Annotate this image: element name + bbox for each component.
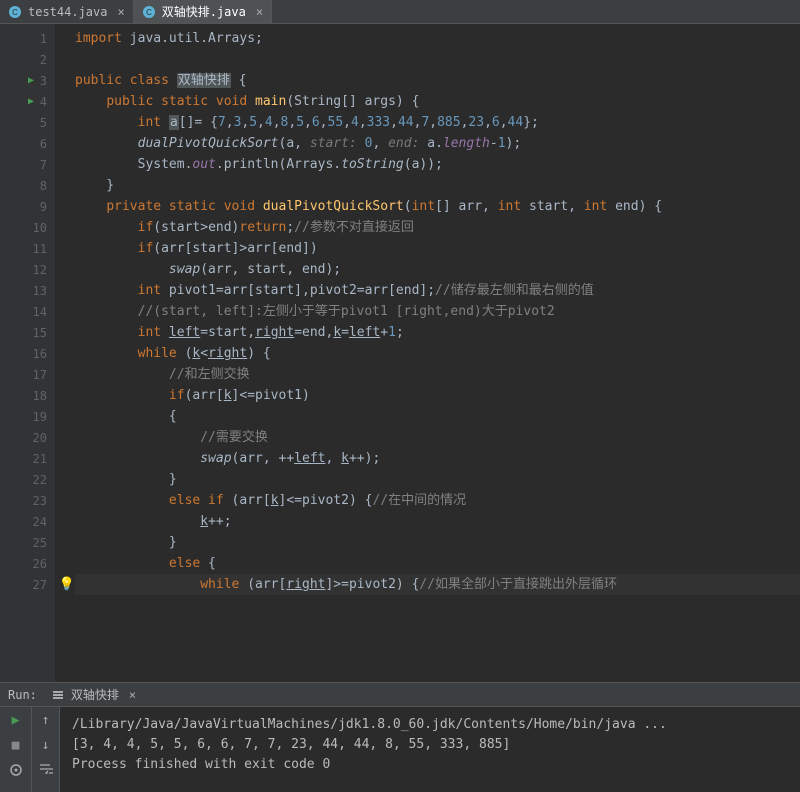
line-number[interactable]: 7 <box>0 154 55 175</box>
console-line: [3, 4, 4, 5, 5, 6, 6, 7, 7, 23, 44, 44, … <box>72 735 788 755</box>
debug-icon[interactable] <box>9 763 23 781</box>
line-number[interactable]: 15 <box>0 322 55 343</box>
line-number[interactable]: 11 <box>0 238 55 259</box>
line-number[interactable]: 12 <box>0 259 55 280</box>
code-line[interactable]: int left=start,right=end,k=left+1; <box>75 322 800 343</box>
run-toolbar-primary: ▶ ■ <box>0 707 32 792</box>
code-line[interactable]: //(start, left]:左侧小于等于pivot1 [right,end)… <box>75 301 800 322</box>
run-toolbar-secondary: ↑ ↓ <box>32 707 60 792</box>
code-line[interactable]: } <box>75 175 800 196</box>
code-line[interactable] <box>75 49 800 70</box>
code-line[interactable]: else { <box>75 553 800 574</box>
code-line[interactable]: System.out.println(Arrays.toString(a)); <box>75 154 800 175</box>
line-number[interactable]: 5 <box>0 112 55 133</box>
svg-text:C: C <box>146 8 152 17</box>
line-number[interactable]: 27💡 <box>0 574 55 595</box>
code-line[interactable]: import java.util.Arrays; <box>75 28 800 49</box>
line-number[interactable]: 20 <box>0 427 55 448</box>
line-number[interactable]: 21 <box>0 448 55 469</box>
line-number[interactable]: 23 <box>0 490 55 511</box>
line-number-gutter: 123▶4▶5678910111213141516171819202122232… <box>0 24 55 682</box>
line-number[interactable]: 4▶ <box>0 91 55 112</box>
code-line[interactable]: //和左侧交换 <box>75 364 800 385</box>
code-area[interactable]: import java.util.Arrays; public class 双轴快… <box>55 24 800 682</box>
code-line[interactable]: dualPivotQuickSort(a, start: 0, end: a.l… <box>75 133 800 154</box>
close-icon[interactable]: × <box>129 688 136 702</box>
soft-wrap-icon[interactable] <box>39 763 53 778</box>
svg-text:C: C <box>12 8 18 17</box>
code-line[interactable]: if(arr[start]>arr[end]) <box>75 238 800 259</box>
code-line[interactable]: //需要交换 <box>75 427 800 448</box>
code-line[interactable]: int a[]= {7,3,5,4,8,5,6,55,4,333,44,7,88… <box>75 112 800 133</box>
line-number[interactable]: 2 <box>0 49 55 70</box>
editor-tabs: Ctest44.java × C 双轴快排.java × <box>0 0 800 24</box>
code-line[interactable]: while (k<right) { <box>75 343 800 364</box>
line-number[interactable]: 6 <box>0 133 55 154</box>
java-file-icon: C <box>142 5 156 19</box>
code-line[interactable]: if(arr[k]<=pivot1) <box>75 385 800 406</box>
line-number[interactable]: 14 <box>0 301 55 322</box>
code-editor: 123▶4▶5678910111213141516171819202122232… <box>0 24 800 682</box>
editor-tab[interactable]: Ctest44.java × <box>0 0 134 23</box>
run-config-name: 双轴快排 <box>71 686 119 703</box>
run-panel-header: Run: 双轴快排 × <box>0 683 800 707</box>
console-line: /Library/Java/JavaVirtualMachines/jdk1.8… <box>72 715 788 735</box>
line-number[interactable]: 16 <box>0 343 55 364</box>
line-number[interactable]: 24 <box>0 511 55 532</box>
run-gutter-icon[interactable]: ▶ <box>28 75 34 86</box>
line-number[interactable]: 25 <box>0 532 55 553</box>
code-line[interactable]: int pivot1=arr[start],pivot2=arr[end];//… <box>75 280 800 301</box>
run-panel-body: ▶ ■ ↑ ↓ /Library/Java/JavaVirtualMachine… <box>0 707 800 792</box>
up-arrow-icon[interactable]: ↑ <box>42 713 50 728</box>
play-icon[interactable]: ▶ <box>12 713 20 728</box>
code-line[interactable]: } <box>75 469 800 490</box>
run-gutter-icon[interactable]: ▶ <box>28 96 34 107</box>
code-line[interactable]: swap(arr, start, end); <box>75 259 800 280</box>
line-number[interactable]: 17 <box>0 364 55 385</box>
close-icon[interactable]: × <box>117 5 124 19</box>
line-number[interactable]: 13 <box>0 280 55 301</box>
console-line: Process finished with exit code 0 <box>72 755 788 775</box>
intention-bulb-icon[interactable]: 💡 <box>59 577 75 592</box>
line-number[interactable]: 1 <box>0 28 55 49</box>
line-number[interactable]: 22 <box>0 469 55 490</box>
code-line[interactable]: else if (arr[k]<=pivot2) {//在中间的情况 <box>75 490 800 511</box>
line-number[interactable]: 26 <box>0 553 55 574</box>
editor-tab[interactable]: C 双轴快排.java × <box>134 0 272 23</box>
run-config-tab[interactable]: 双轴快排 × <box>45 683 142 706</box>
code-line[interactable]: swap(arr, ++left, k++); <box>75 448 800 469</box>
code-line[interactable]: while (arr[right]>=pivot2) {//如果全部小于直接跳出… <box>75 574 800 595</box>
code-line[interactable]: k++; <box>75 511 800 532</box>
code-line[interactable]: if(start>end)return;//参数不对直接返回 <box>75 217 800 238</box>
code-line[interactable]: { <box>75 406 800 427</box>
line-number[interactable]: 9 <box>0 196 55 217</box>
stop-icon[interactable]: ■ <box>12 738 20 753</box>
code-line[interactable]: public static void main(String[] args) { <box>75 91 800 112</box>
java-file-icon: C <box>8 5 22 19</box>
run-config-icon <box>51 688 65 702</box>
down-arrow-icon[interactable]: ↓ <box>42 738 50 753</box>
line-number[interactable]: 19 <box>0 406 55 427</box>
run-panel: Run: 双轴快排 × ▶ ■ ↑ ↓ /Library/Java/JavaVi… <box>0 682 800 792</box>
tab-label: test44.java <box>28 5 107 19</box>
run-label: Run: <box>8 688 37 702</box>
line-number[interactable]: 3▶ <box>0 70 55 91</box>
code-line[interactable]: } <box>75 532 800 553</box>
close-icon[interactable]: × <box>256 5 263 19</box>
run-output[interactable]: /Library/Java/JavaVirtualMachines/jdk1.8… <box>60 707 800 792</box>
code-line[interactable]: private static void dualPivotQuickSort(i… <box>75 196 800 217</box>
line-number[interactable]: 8 <box>0 175 55 196</box>
tab-label: 双轴快排.java <box>162 3 246 20</box>
line-number[interactable]: 10 <box>0 217 55 238</box>
line-number[interactable]: 18 <box>0 385 55 406</box>
code-line[interactable]: public class 双轴快排 { <box>75 70 800 91</box>
